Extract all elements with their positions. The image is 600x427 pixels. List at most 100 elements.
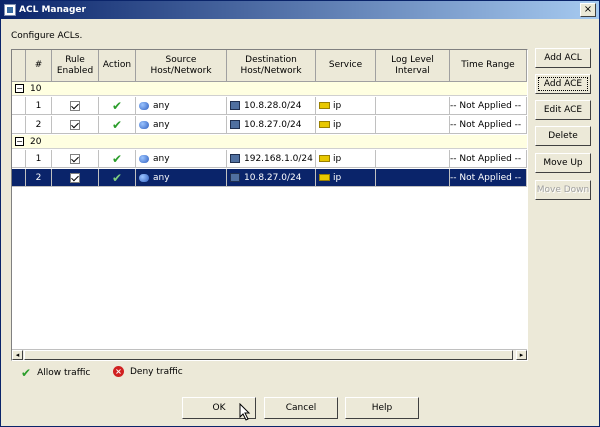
time-range-cell: -- Not Applied --	[450, 97, 527, 115]
header-service[interactable]: Service	[316, 50, 376, 82]
source-cell: any	[136, 97, 227, 115]
header-log-level[interactable]: Log Level Interval	[376, 50, 450, 82]
network-icon	[230, 120, 240, 129]
rule-enabled-checkbox[interactable]	[70, 119, 80, 130]
legend-allow: ✔ Allow traffic	[21, 366, 90, 380]
rule-enabled-checkbox[interactable]	[70, 172, 80, 183]
configure-label: Configure ACLs.	[11, 31, 83, 41]
edit-ace-button[interactable]: Edit ACE	[535, 100, 591, 120]
allow-icon: ✔	[21, 366, 32, 380]
table-header: # Rule Enabled Action Source Host/Networ…	[12, 50, 527, 82]
group-name: 10	[30, 83, 42, 94]
service-value: ip	[333, 100, 342, 111]
header-time-range[interactable]: Time Range	[450, 50, 527, 82]
row-number: 1	[26, 97, 52, 115]
collapse-icon[interactable]: −	[15, 137, 24, 146]
time-range-cell: -- Not Applied --	[450, 150, 527, 168]
service-cell: ip	[316, 116, 376, 134]
header-gutter	[12, 50, 26, 82]
header-rule-enabled[interactable]: Rule Enabled	[52, 50, 99, 82]
network-icon	[230, 101, 240, 110]
cancel-button[interactable]: Cancel	[264, 397, 338, 419]
source-cell: any	[136, 169, 227, 187]
service-cell: ip	[316, 150, 376, 168]
header-destination[interactable]: Destination Host/Network	[227, 50, 316, 82]
destination-cell: 10.8.28.0/24	[227, 97, 316, 115]
log-level-cell	[376, 116, 450, 134]
header-action[interactable]: Action	[99, 50, 136, 82]
header-number[interactable]: #	[26, 50, 52, 82]
any-network-icon	[139, 120, 149, 129]
close-button[interactable]: ×	[580, 3, 596, 17]
service-cell: ip	[316, 97, 376, 115]
source-value: any	[153, 100, 170, 111]
row-gutter	[12, 150, 26, 168]
allow-icon: ✔	[111, 151, 123, 166]
mouse-cursor-icon	[239, 403, 251, 421]
table-row[interactable]: 1 ✔ any 10.8.28.0/24 ip -- Not Applied -…	[12, 97, 527, 115]
service-value: ip	[333, 119, 342, 130]
delete-button[interactable]: Delete	[535, 126, 591, 146]
source-value: any	[153, 153, 170, 164]
table-row[interactable]: 2 ✔ any 10.8.27.0/24 ip -- Not Applied -…	[12, 116, 527, 134]
move-down-button[interactable]: Move Down	[535, 180, 591, 200]
legend-allow-label: Allow traffic	[37, 368, 91, 378]
row-gutter	[12, 116, 26, 134]
add-ace-button[interactable]: Add ACE	[535, 74, 591, 94]
destination-cell: 10.8.27.0/24	[227, 116, 316, 134]
action-cell: ✔	[99, 150, 136, 168]
source-cell: any	[136, 150, 227, 168]
log-level-cell	[376, 97, 450, 115]
destination-cell: 10.8.27.0/24	[227, 169, 316, 187]
title-bar[interactable]: ACL Manager ×	[1, 1, 599, 19]
action-cell: ✔	[99, 97, 136, 115]
header-source[interactable]: Source Host/Network	[136, 50, 227, 82]
destination-value: 10.8.27.0/24	[244, 172, 302, 183]
window-title: ACL Manager	[19, 5, 86, 15]
log-level-cell	[376, 150, 450, 168]
allow-icon: ✔	[111, 170, 123, 185]
app-icon	[4, 4, 16, 16]
deny-icon: ×	[113, 366, 124, 377]
destination-value: 10.8.28.0/24	[244, 100, 302, 111]
help-button[interactable]: Help	[345, 397, 419, 419]
scroll-right-icon[interactable]: ▸	[516, 350, 527, 360]
service-value: ip	[333, 172, 342, 183]
rule-enabled-cell	[52, 169, 99, 187]
acl-group-20[interactable]: − 20	[12, 135, 527, 149]
action-cell: ✔	[99, 116, 136, 134]
service-cell: ip	[316, 169, 376, 187]
rule-enabled-checkbox[interactable]	[70, 153, 80, 164]
log-level-cell	[376, 169, 450, 187]
service-icon	[319, 121, 330, 128]
any-network-icon	[139, 154, 149, 163]
row-number: 1	[26, 150, 52, 168]
acl-group-10[interactable]: − 10	[12, 82, 527, 96]
allow-icon: ✔	[111, 117, 123, 132]
table-row-selected[interactable]: 2 ✔ any 10.8.27.0/24 ip -- Not Applied -…	[12, 169, 527, 187]
legend-deny-label: Deny traffic	[130, 366, 183, 377]
table-row[interactable]: 1 ✔ any 192.168.1.0/24 ip -- Not Applied…	[12, 150, 527, 168]
scroll-left-icon[interactable]: ◂	[12, 350, 23, 360]
acl-table: # Rule Enabled Action Source Host/Networ…	[11, 49, 528, 361]
rule-enabled-cell	[52, 97, 99, 115]
rule-enabled-cell	[52, 150, 99, 168]
network-icon	[230, 173, 240, 182]
legend-deny: × Deny traffic	[113, 366, 183, 377]
action-cell: ✔	[99, 169, 136, 187]
acl-manager-window: ACL Manager × Configure ACLs. # Rule Ena…	[0, 0, 600, 427]
rule-enabled-cell	[52, 116, 99, 134]
add-acl-button[interactable]: Add ACL	[535, 48, 591, 68]
rule-enabled-checkbox[interactable]	[70, 100, 80, 111]
horizontal-scrollbar[interactable]: ◂ ▸	[12, 349, 527, 360]
service-icon	[319, 155, 330, 162]
service-icon	[319, 174, 330, 181]
time-range-cell: -- Not Applied --	[450, 169, 527, 187]
destination-value: 10.8.27.0/24	[244, 119, 302, 130]
collapse-icon[interactable]: −	[15, 84, 24, 93]
network-icon	[230, 154, 240, 163]
move-up-button[interactable]: Move Up	[535, 153, 591, 173]
any-network-icon	[139, 173, 149, 182]
row-gutter	[12, 169, 26, 187]
scroll-thumb[interactable]	[24, 350, 513, 360]
